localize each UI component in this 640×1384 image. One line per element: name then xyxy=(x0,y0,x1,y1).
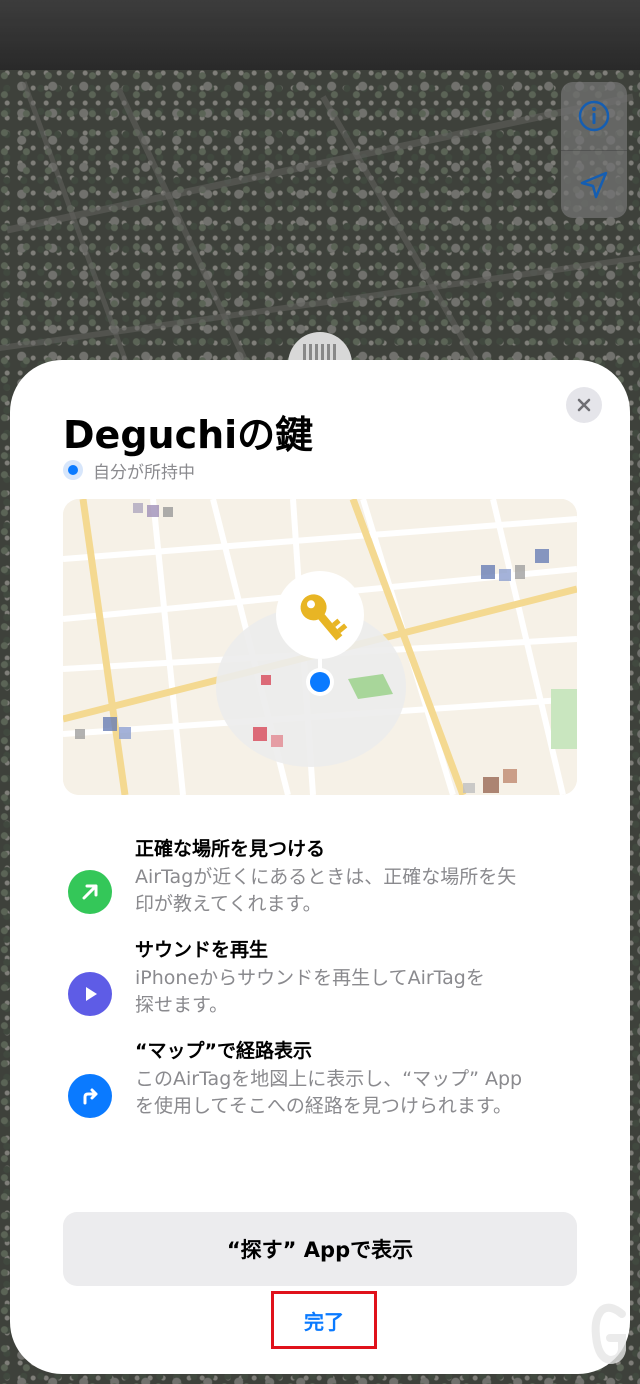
show-in-findmy-button[interactable]: “探す” Appで表示 xyxy=(63,1212,577,1286)
close-button[interactable] xyxy=(566,387,602,423)
airtag-detail-sheet: Deguchiの鍵 自分が所持中 正確な場所を見つける AirTagが近くにある… xyxy=(10,360,630,1374)
feature-description: このAirTagを地図上に表示し、“マップ” App を使用してそこへの経路を見… xyxy=(135,1068,523,1117)
feature-precision-finding: 正確な場所を見つける AirTagが近くにあるときは、正確な場所を矢 印が教えて… xyxy=(68,834,588,915)
dg-watermark-logo xyxy=(561,1301,626,1367)
feature-title: 正確な場所を見つける xyxy=(135,838,326,860)
item-location-map[interactable] xyxy=(63,499,577,795)
feature-title: サウンドを再生 xyxy=(135,939,269,961)
status-text: 自分が所持中 xyxy=(93,462,195,483)
feature-title: “マップ”で経路表示 xyxy=(135,1040,312,1062)
done-button[interactable]: 完了 xyxy=(271,1291,377,1349)
directions-arrow-icon xyxy=(68,1074,112,1118)
item-title: Deguchiの鍵 xyxy=(63,413,314,457)
status-row: 自分が所持中 xyxy=(63,458,195,483)
play-icon xyxy=(68,972,112,1016)
feature-play-sound: サウンドを再生 iPhoneからサウンドを再生してAirTagを 探せます。 xyxy=(68,935,588,1016)
map-graphic xyxy=(63,499,577,795)
arrow-up-right-icon xyxy=(68,870,112,914)
feature-directions: “マップ”で経路表示 このAirTagを地図上に表示し、“マップ” App を使… xyxy=(68,1036,588,1118)
status-dot-icon xyxy=(63,460,83,480)
close-icon xyxy=(577,398,591,412)
feature-description: iPhoneからサウンドを再生してAirTagを 探せます。 xyxy=(135,967,485,1016)
feature-description: AirTagが近くにあるときは、正確な場所を矢 印が教えてくれます。 xyxy=(135,866,517,915)
